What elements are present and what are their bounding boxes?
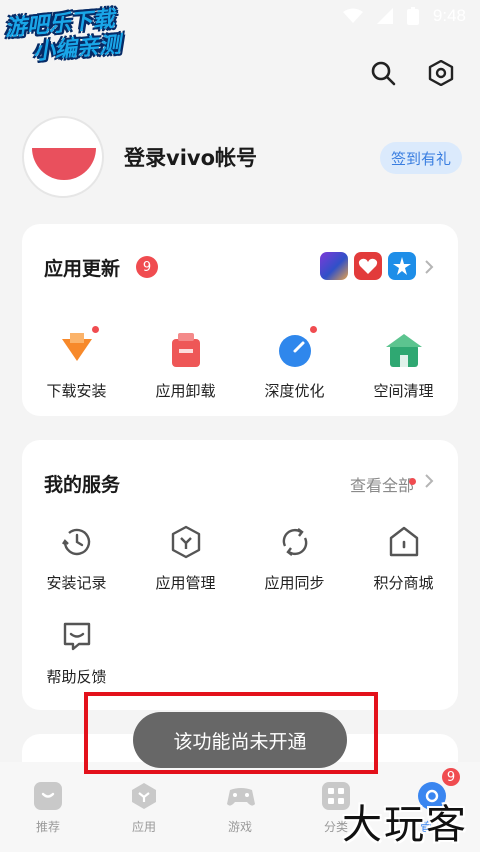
nav-recommend-label: 推荐 [35, 820, 60, 834]
my-services-card: 我的服务 查看全部 安装记录 应用管理 应用同步 积分商城 帮助反馈 [22, 440, 458, 710]
help-feedback-label: 帮助反馈 [46, 668, 107, 686]
history-icon [57, 522, 97, 562]
app-updates-card: 应用更新 9 下载安装 应用卸载 深度优化 空间清理 [22, 224, 458, 416]
update-app-thumbnails[interactable] [320, 252, 416, 280]
avatar[interactable] [22, 116, 104, 198]
status-time: 9:48 [432, 6, 466, 25]
deep-optimize-label: 深度优化 [264, 382, 325, 400]
install-history-item[interactable]: 安装记录 [22, 522, 131, 593]
new-dot [309, 326, 317, 333]
gauge-icon [275, 326, 317, 370]
battery-icon [406, 7, 419, 25]
login-link[interactable]: 登录vivo帐号 [124, 142, 257, 172]
signal-icon [376, 8, 393, 24]
apps-icon [130, 782, 158, 810]
my-services-title: 我的服务 [44, 474, 121, 496]
app-thumbnail-game [320, 252, 348, 280]
trash-icon [166, 330, 206, 370]
chevron-right-icon[interactable] [422, 474, 436, 488]
nav-apps[interactable]: 应用 [96, 762, 192, 852]
space-clean-item[interactable]: 空间清理 [349, 330, 458, 401]
wifi-icon [342, 8, 363, 23]
download-icon [57, 326, 99, 370]
download-install-label: 下载安装 [46, 382, 107, 400]
app-sync-label: 应用同步 [264, 574, 325, 592]
settings-icon[interactable] [426, 58, 456, 88]
watermark-text-bottom: 大玩客 [342, 802, 468, 848]
uninstall-label: 应用卸载 [155, 382, 216, 400]
download-install-item[interactable]: 下载安装 [22, 326, 131, 401]
top-actions [368, 58, 456, 88]
uninstall-item[interactable]: 应用卸载 [131, 330, 240, 401]
house-clean-icon [384, 330, 424, 370]
manage-badge: 9 [440, 766, 462, 788]
nav-games[interactable]: 游戏 [192, 762, 288, 852]
new-dot [409, 478, 416, 485]
signin-reward-button[interactable]: 签到有礼 [380, 142, 462, 174]
help-feedback-item[interactable]: 帮助反馈 [22, 616, 131, 687]
app-thumbnail-heart [354, 252, 382, 280]
chevron-right-icon[interactable] [422, 260, 436, 274]
deep-optimize-item[interactable]: 深度优化 [240, 326, 349, 401]
install-history-label: 安装记录 [46, 574, 107, 592]
points-mall-icon [384, 522, 424, 562]
app-manage-item[interactable]: 应用管理 [131, 522, 240, 593]
recommend-icon [34, 782, 62, 810]
points-mall-item[interactable]: 积分商城 [349, 522, 458, 593]
see-all-link[interactable]: 查看全部 [350, 472, 414, 496]
feedback-icon [57, 616, 97, 656]
search-icon[interactable] [368, 58, 398, 88]
app-updates-title[interactable]: 应用更新 [44, 254, 120, 281]
app-manage-label: 应用管理 [155, 574, 216, 592]
services-row-1: 安装记录 应用管理 应用同步 积分商城 [22, 522, 458, 593]
points-mall-label: 积分商城 [373, 574, 434, 592]
app-thumbnail-star [388, 252, 416, 280]
nav-apps-label: 应用 [131, 820, 156, 834]
gamepad-icon [226, 782, 255, 810]
avatar-graphic [32, 148, 96, 180]
services-row-2: 帮助反馈 [22, 616, 458, 687]
watermark-logo-top: 游吧乐下载 小编亲测 [4, 4, 158, 75]
app-manage-icon [166, 522, 206, 562]
app-sync-item[interactable]: 应用同步 [240, 522, 349, 593]
profile-section: 登录vivo帐号 签到有礼 [22, 116, 462, 200]
nav-games-label: 游戏 [227, 820, 252, 834]
status-icons: 9:48 [342, 6, 466, 26]
updates-count-badge: 9 [136, 256, 158, 278]
toast-message: 该功能尚未开通 [133, 712, 347, 768]
nav-recommend[interactable]: 推荐 [0, 762, 96, 852]
updates-quick-actions: 下载安装 应用卸载 深度优化 空间清理 [22, 326, 458, 401]
new-dot [91, 326, 99, 333]
sync-icon [275, 522, 315, 562]
space-clean-label: 空间清理 [373, 382, 434, 400]
